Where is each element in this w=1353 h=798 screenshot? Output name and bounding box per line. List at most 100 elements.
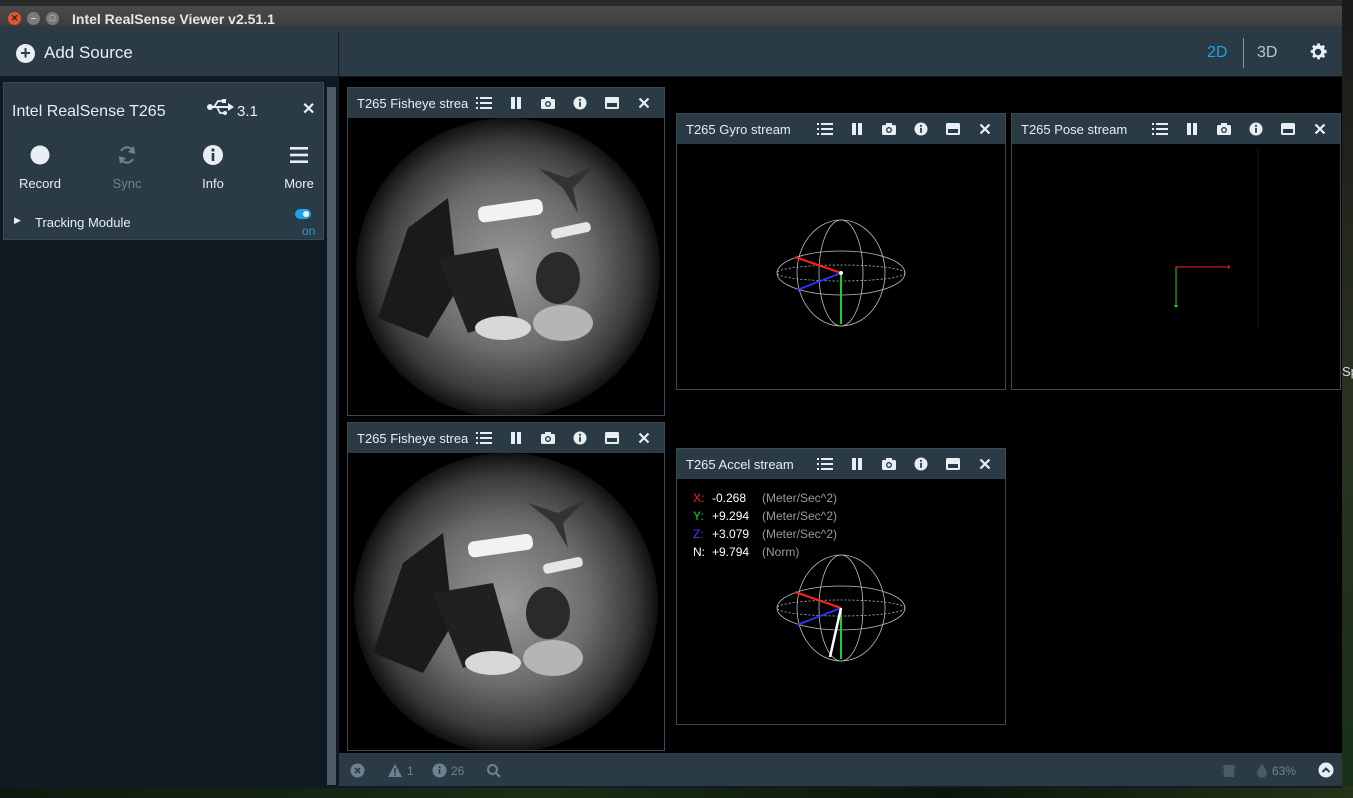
stream-toolbar bbox=[1144, 121, 1336, 137]
droplet-icon bbox=[1257, 764, 1267, 778]
readout-value: +9.794 bbox=[712, 545, 750, 559]
side-panel-scrollbar[interactable] bbox=[327, 87, 336, 785]
window-minimize-button[interactable]: – bbox=[27, 12, 40, 25]
maximize-button[interactable] bbox=[937, 121, 969, 137]
close-button[interactable] bbox=[628, 95, 660, 111]
chip-icon bbox=[1222, 765, 1236, 777]
camera-icon bbox=[882, 123, 896, 135]
pause-button[interactable] bbox=[1176, 121, 1208, 137]
maximize-icon bbox=[946, 123, 960, 135]
close-icon bbox=[638, 432, 650, 444]
close-icon bbox=[979, 123, 991, 135]
record-button[interactable]: Record bbox=[8, 140, 72, 191]
options-button[interactable] bbox=[1144, 121, 1176, 137]
info-button[interactable] bbox=[905, 121, 937, 137]
pose-stream: T265 Pose stream bbox=[1011, 113, 1341, 390]
stream-title: T265 Gyro stream bbox=[686, 122, 791, 137]
stream-toolbar bbox=[809, 456, 1001, 472]
pause-button[interactable] bbox=[841, 456, 873, 472]
close-button[interactable] bbox=[969, 121, 1001, 137]
module-state-label: on bbox=[302, 224, 316, 238]
camera-button[interactable] bbox=[532, 95, 564, 111]
info-button[interactable] bbox=[564, 95, 596, 111]
info-button[interactable]: Info bbox=[181, 140, 245, 191]
maximize-button[interactable] bbox=[596, 430, 628, 446]
info-label: Info bbox=[202, 176, 224, 191]
camera-button[interactable] bbox=[1208, 121, 1240, 137]
plus-circle-icon: + bbox=[16, 43, 35, 63]
info-button[interactable] bbox=[1240, 121, 1272, 137]
add-source-label: Add Source bbox=[44, 43, 133, 62]
pause-button[interactable] bbox=[841, 121, 873, 137]
pause-icon bbox=[511, 97, 521, 109]
search-button[interactable] bbox=[486, 763, 502, 779]
expand-log-button[interactable] bbox=[1318, 762, 1334, 778]
pause-button[interactable] bbox=[500, 95, 532, 111]
fisheye-stream-2: T265 Fisheye strea bbox=[347, 422, 665, 751]
stream-title: T265 Fisheye strea bbox=[357, 431, 469, 446]
warnings-indicator[interactable]: 1 bbox=[387, 763, 414, 778]
options-icon bbox=[476, 97, 492, 109]
memory-indicator bbox=[1221, 763, 1237, 779]
camera-button[interactable] bbox=[873, 121, 905, 137]
warning-icon bbox=[388, 764, 402, 777]
stream-title: T265 Fisheye strea bbox=[357, 96, 469, 111]
gear-icon[interactable] bbox=[1307, 41, 1329, 63]
window-close-button[interactable]: ✕ bbox=[8, 12, 21, 25]
readout-unit: (Norm) bbox=[762, 545, 800, 559]
toggle-knob bbox=[303, 211, 309, 217]
pause-button[interactable] bbox=[500, 430, 532, 446]
menu-icon bbox=[290, 147, 308, 163]
info-button[interactable] bbox=[905, 456, 937, 472]
readout-axis: X: bbox=[693, 491, 705, 505]
warnings-count: 1 bbox=[407, 763, 414, 778]
window-title: Intel RealSense Viewer v2.51.1 bbox=[72, 11, 275, 27]
options-button[interactable] bbox=[809, 121, 841, 137]
info-icon bbox=[914, 457, 928, 471]
gpu-usage-indicator: 63% bbox=[1256, 763, 1296, 778]
stream-header: T265 Pose stream bbox=[1012, 114, 1340, 144]
maximize-button[interactable] bbox=[1272, 121, 1304, 137]
readout-unit: (Meter/Sec^2) bbox=[762, 509, 837, 523]
options-icon bbox=[476, 432, 492, 444]
close-button[interactable] bbox=[1304, 121, 1336, 137]
close-icon bbox=[1314, 123, 1326, 135]
info-icon bbox=[432, 763, 447, 778]
view-2d-button[interactable]: 2D bbox=[1207, 44, 1227, 62]
camera-icon bbox=[882, 458, 896, 470]
fisheye-stream-1: T265 Fisheye strea bbox=[347, 87, 665, 416]
info-button[interactable] bbox=[564, 430, 596, 446]
options-button[interactable] bbox=[809, 456, 841, 472]
window-maximize-button[interactable]: □ bbox=[46, 12, 59, 25]
maximize-button[interactable] bbox=[937, 456, 969, 472]
tracking-module-label[interactable]: Tracking Module bbox=[35, 215, 131, 230]
options-button[interactable] bbox=[468, 430, 500, 446]
options-button[interactable] bbox=[468, 95, 500, 111]
view-divider bbox=[1243, 38, 1244, 68]
clear-notifications-button[interactable] bbox=[350, 763, 365, 778]
camera-icon bbox=[541, 97, 555, 109]
desktop-background-right bbox=[1342, 0, 1353, 798]
readout-unit: (Meter/Sec^2) bbox=[762, 491, 837, 505]
gyro-visualization bbox=[776, 219, 906, 327]
info-indicator[interactable]: 26 bbox=[432, 763, 464, 778]
sync-button[interactable]: Sync bbox=[95, 140, 159, 191]
more-button[interactable]: More bbox=[267, 140, 331, 191]
pause-icon bbox=[511, 432, 521, 444]
info-icon bbox=[573, 431, 587, 445]
view-3d-button[interactable]: 3D bbox=[1257, 44, 1277, 62]
close-device-button[interactable]: ✕ bbox=[302, 99, 315, 119]
maximize-button[interactable] bbox=[596, 95, 628, 111]
camera-button[interactable] bbox=[532, 430, 564, 446]
stream-toolbar bbox=[809, 121, 1001, 137]
stream-header: T265 Accel stream bbox=[677, 449, 1005, 479]
readout-value: +9.294 bbox=[712, 509, 750, 523]
expand-arrow-icon[interactable]: ▶ bbox=[14, 215, 21, 226]
close-button[interactable] bbox=[628, 430, 660, 446]
record-icon bbox=[30, 145, 50, 165]
close-button[interactable] bbox=[969, 456, 1001, 472]
search-icon bbox=[487, 764, 501, 778]
add-source-button[interactable]: + Add Source bbox=[16, 43, 133, 63]
readout-value: -0.268 bbox=[712, 491, 747, 505]
camera-button[interactable] bbox=[873, 456, 905, 472]
